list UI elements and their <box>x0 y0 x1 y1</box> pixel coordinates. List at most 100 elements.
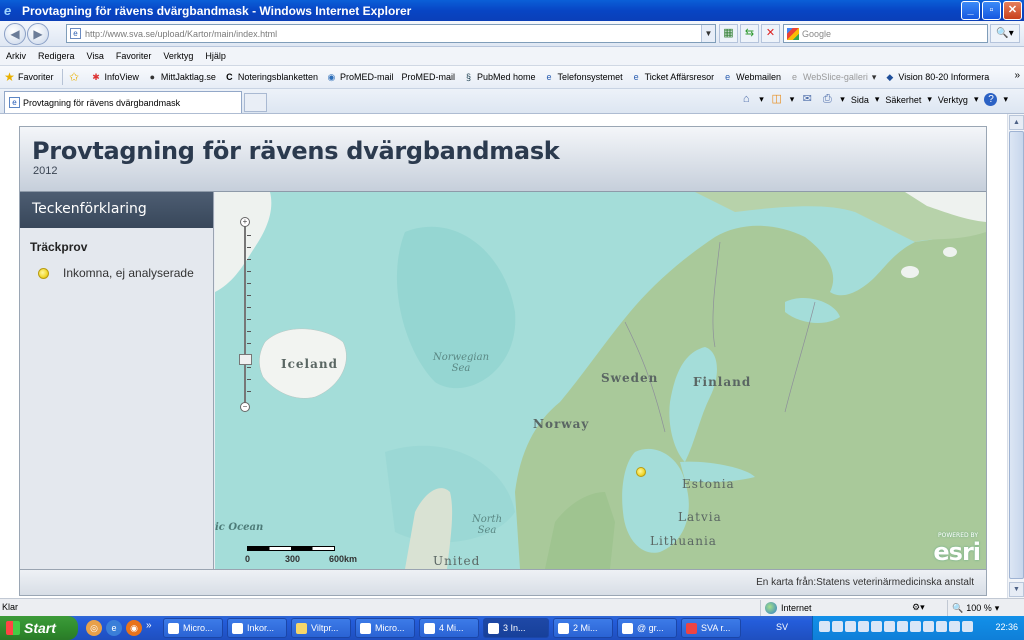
favorite-link-vision[interactable]: ◆ Vision 80-20 Informera <box>884 72 989 83</box>
tray-icon[interactable] <box>936 621 947 632</box>
divider <box>61 69 63 85</box>
back-button[interactable]: ◀ <box>4 23 26 45</box>
favorite-link-ticket[interactable]: e Ticket Affärsresor <box>631 72 715 83</box>
start-button[interactable]: Start <box>0 616 78 640</box>
favorite-link-webmailen[interactable]: e Webmailen <box>722 72 781 83</box>
task-button[interactable]: Micro... <box>163 618 223 638</box>
tray-icon[interactable] <box>949 621 960 632</box>
vertical-scrollbar[interactable]: ▲ ▼ <box>1007 114 1024 598</box>
search-input[interactable]: Google <box>783 24 988 43</box>
tray-icon[interactable] <box>819 621 830 632</box>
menu-item-visa[interactable]: Visa <box>87 51 104 61</box>
rss-feed-icon[interactable]: ◫ <box>770 93 784 106</box>
clock[interactable]: 22:36 <box>995 622 1018 632</box>
chevron-down-icon[interactable]: ▾ <box>790 94 795 105</box>
tray-icon[interactable] <box>923 621 934 632</box>
refresh-icon[interactable]: ⇆ <box>740 24 759 43</box>
more-quicklaunch-icon[interactable]: » <box>146 620 152 636</box>
task-button[interactable]: @ gr... <box>617 618 677 638</box>
favorites-button[interactable]: ★ Favoriter <box>4 71 53 83</box>
search-button[interactable]: 🔍▾ <box>990 24 1020 43</box>
favorite-link-telefonsystemet[interactable]: e Telefonsystemet <box>544 72 623 83</box>
scroll-thumb[interactable] <box>1009 131 1024 579</box>
favorite-link-promed-2[interactable]: ProMED-mail <box>401 72 455 82</box>
chevron-down-icon[interactable]: ▾ <box>927 94 932 105</box>
page-menu[interactable]: Sida <box>851 95 869 105</box>
print-icon[interactable]: ⎙ <box>820 93 834 106</box>
safety-menu[interactable]: Säkerhet <box>885 95 921 105</box>
menu-item-arkiv[interactable]: Arkiv <box>6 51 26 61</box>
task-button[interactable]: Inkor... <box>227 618 287 638</box>
address-dropdown-icon[interactable]: ▼ <box>701 25 715 42</box>
tab-active[interactable]: e Provtagning för rävens dvärgbandmask <box>4 91 242 113</box>
tray-icon[interactable] <box>962 621 973 632</box>
map-view[interactable]: + − Iceland Norwegian Sea Sweden Finland… <box>215 192 986 569</box>
zoom-tick <box>247 319 251 320</box>
zoom-handle[interactable] <box>239 354 252 365</box>
tray-icon[interactable] <box>884 621 895 632</box>
language-indicator[interactable]: SV <box>776 622 788 632</box>
stop-icon[interactable]: ✕ <box>761 24 780 43</box>
maximize-button[interactable]: ▫ <box>982 1 1001 20</box>
zoom-tick <box>247 367 251 368</box>
new-tab-button[interactable] <box>244 93 267 112</box>
task-button[interactable]: Viltpr... <box>291 618 351 638</box>
favorite-link-mittjaktlag[interactable]: ● MittJaktlag.se <box>147 72 216 83</box>
outlook-icon[interactable]: ◎ <box>86 620 102 636</box>
tray-icon[interactable] <box>910 621 921 632</box>
favorite-link-noteringsblanketten[interactable]: C Noteringsblanketten <box>224 72 318 83</box>
task-button[interactable]: 2 Mi... <box>553 618 613 638</box>
tray-icon[interactable] <box>897 621 908 632</box>
tools-menu[interactable]: Verktyg <box>938 95 968 105</box>
tab-bar: e Provtagning för rävens dvärgbandmask ⌂… <box>0 89 1024 114</box>
tray-icon[interactable] <box>845 621 856 632</box>
chevron-down-icon[interactable]: ▾ <box>974 94 979 105</box>
chevron-down-icon[interactable]: ▾ <box>840 94 845 105</box>
favorite-link-webslice[interactable]: e WebSlice-galleri ▾ <box>789 72 876 83</box>
task-button[interactable]: SVA r... <box>681 618 741 638</box>
chevron-down-icon: ▾ <box>871 71 877 82</box>
minimize-button[interactable]: _ <box>961 1 980 20</box>
zoom-level[interactable]: 🔍 100 % ▾ <box>947 600 1022 616</box>
tray-icon[interactable] <box>832 621 843 632</box>
zoom-out-button[interactable]: − <box>240 402 250 412</box>
address-bar[interactable]: e http://www.sva.se/upload/Kartor/main/i… <box>66 24 716 43</box>
tray-icon[interactable] <box>858 621 869 632</box>
task-button[interactable]: 4 Mi... <box>419 618 479 638</box>
home-icon[interactable]: ⌂ <box>739 93 753 106</box>
zoom-slider[interactable]: + − <box>239 217 252 412</box>
forward-button[interactable]: ▶ <box>27 23 49 45</box>
favorite-link-infoview[interactable]: ✱ InfoView <box>91 72 139 83</box>
task-button-active[interactable]: 3 In... <box>483 618 549 638</box>
firefox-icon[interactable]: ◉ <box>126 620 142 636</box>
compatibility-view-icon[interactable]: ▦ <box>719 24 738 43</box>
scroll-up-button[interactable]: ▲ <box>1009 115 1024 130</box>
tray-icon[interactable] <box>871 621 882 632</box>
add-favorite-button[interactable]: ✩ <box>69 71 83 83</box>
chevron-down-icon[interactable]: ▾ <box>759 94 764 105</box>
chevron-down-icon[interactable]: ▾ <box>875 94 880 105</box>
menu-item-favoriter[interactable]: Favoriter <box>116 51 152 61</box>
tab-favicon-icon: e <box>9 97 20 108</box>
menu-item-redigera[interactable]: Redigera <box>38 51 75 61</box>
task-button[interactable]: Micro... <box>355 618 415 638</box>
scroll-down-button[interactable]: ▼ <box>1009 582 1024 597</box>
security-zone[interactable]: Internet <box>760 600 908 616</box>
mail-icon[interactable]: ✉ <box>800 93 814 106</box>
internet-explorer-icon: e <box>4 2 12 18</box>
ie-icon[interactable]: e <box>106 620 122 636</box>
help-icon[interactable]: ? <box>984 93 998 106</box>
chevron-down-icon[interactable]: ▾ <box>1003 94 1008 105</box>
menu-item-hjalp[interactable]: Hjälp <box>205 51 226 61</box>
zoom-tick <box>247 391 251 392</box>
favorite-link-promed-1[interactable]: ◉ ProMED-mail <box>326 72 394 83</box>
zoom-in-button[interactable]: + <box>240 217 250 227</box>
map-label-norway: Norway <box>533 417 590 431</box>
more-favorites-icon[interactable]: » <box>1014 70 1020 81</box>
sample-marker[interactable] <box>636 467 646 477</box>
vision-icon: ◆ <box>886 71 894 82</box>
close-button[interactable]: ✕ <box>1003 1 1022 20</box>
protected-mode-icon[interactable]: ⚙▾ <box>912 602 925 613</box>
favorite-link-pubmed[interactable]: § PubMed home <box>463 72 536 83</box>
menu-item-verktyg[interactable]: Verktyg <box>163 51 193 61</box>
